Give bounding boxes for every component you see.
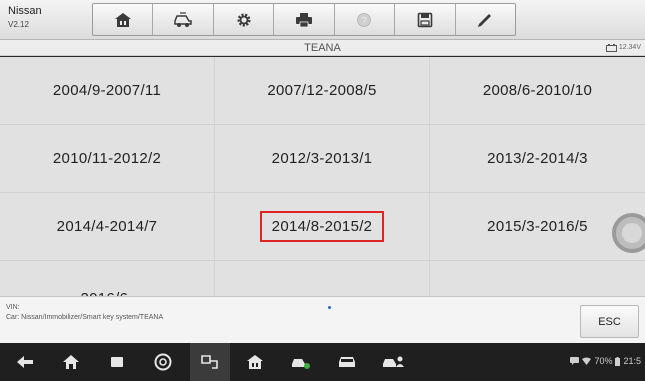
grid-item-label: 2008/6-2010/10 <box>482 82 593 99</box>
grid-item[interactable]: 2016/6- <box>0 261 214 296</box>
grid-item[interactable]: 2012/3-2013/1 <box>215 125 429 192</box>
home-button[interactable] <box>93 4 154 35</box>
remote-expert-button[interactable] <box>374 343 412 381</box>
back-button[interactable] <box>6 343 44 381</box>
top-toolbar: Nissan V2.12 ? <box>0 0 645 40</box>
recent-apps-button[interactable] <box>98 343 136 381</box>
grid-item-label: 2015/3-2016/5 <box>487 218 588 235</box>
home-nav-button[interactable] <box>52 343 90 381</box>
remote-icon <box>201 355 218 369</box>
grid-item[interactable]: 2010/11-2012/2 <box>0 125 214 192</box>
vehicle-menu-button[interactable] <box>328 343 366 381</box>
battery-icon <box>615 356 621 366</box>
back-arrow-icon <box>17 356 33 368</box>
vehicle-swap-icon <box>174 11 192 27</box>
edit-icon <box>478 13 492 27</box>
print-icon <box>295 12 312 27</box>
grid-item-empty <box>430 261 645 296</box>
car-battery-icon <box>605 44 617 52</box>
grid-item-label: 2007/12-2008/5 <box>267 82 377 99</box>
vin-label: VIN: <box>6 304 20 311</box>
battery-percent: 70% <box>594 356 613 366</box>
recent-apps-icon <box>111 357 123 367</box>
save-icon <box>417 12 433 27</box>
home-icon <box>114 12 131 27</box>
esc-button[interactable]: ESC <box>580 305 639 338</box>
status-area: 70% 21:5 <box>570 356 641 366</box>
clock: 21:5 <box>623 356 641 366</box>
car-person-icon <box>383 356 404 367</box>
svg-text:?: ? <box>362 15 367 25</box>
autel-home-button[interactable] <box>236 343 274 381</box>
chrome-button[interactable] <box>144 343 182 381</box>
vehicle-info-bar: VIN: Car: Nissan/Immobilizer/Smart key s… <box>0 296 645 343</box>
wifi-icon <box>582 357 592 365</box>
grid-item-label: 2012/3-2013/1 <box>271 150 373 167</box>
edit-button[interactable] <box>456 4 515 35</box>
system-nav-bar: 70% 21:5 <box>0 343 645 381</box>
grid-item-label: 2013/2-2014/3 <box>487 150 588 167</box>
floating-assist-button[interactable] <box>612 213 645 253</box>
vci-button[interactable] <box>282 343 320 381</box>
title-bar: TEANA 12.34V <box>0 40 645 56</box>
model-year-grid: 2004/9-2007/11 2007/12-2008/5 2008/6-201… <box>0 57 645 296</box>
grid-item[interactable]: 2007/12-2008/5 <box>215 57 429 124</box>
grid-item[interactable]: 2008/6-2010/10 <box>430 57 645 124</box>
grid-item-selected[interactable]: 2014/8-2015/2 <box>215 193 429 260</box>
grid-item-label: 2010/11-2012/2 <box>52 150 162 167</box>
car-path: Car: Nissan/Immobilizer/Smart key system… <box>6 314 164 321</box>
home-nav-icon <box>63 355 79 369</box>
grid-item-label-highlighted: 2014/8-2015/2 <box>259 211 385 242</box>
settings-icon <box>237 13 251 26</box>
grid-item-label: 2016/6- <box>71 285 144 296</box>
grid-item-label: 2014/4-2014/7 <box>56 218 158 235</box>
message-icon <box>570 357 580 365</box>
help-icon: ? <box>357 12 372 27</box>
vehicle-swap-button[interactable] <box>153 4 214 35</box>
vehicle-make: Nissan <box>8 5 42 17</box>
voltage-value: 12.34V <box>618 44 641 51</box>
battery-voltage: 12.34V <box>605 42 641 54</box>
grid-item[interactable]: 2013/2-2014/3 <box>430 125 645 192</box>
grid-item-empty <box>215 261 429 296</box>
settings-button[interactable] <box>214 4 275 35</box>
save-button[interactable] <box>395 4 456 35</box>
car-vci-icon <box>292 359 310 369</box>
brand-block: Nissan V2.12 <box>8 5 78 31</box>
help-button[interactable]: ? <box>335 4 396 35</box>
page-title: TEANA <box>304 42 341 54</box>
toolbar-buttons: ? <box>92 3 516 36</box>
page-indicator-dot <box>328 306 331 309</box>
software-version: V2.12 <box>8 20 29 29</box>
print-button[interactable] <box>274 4 335 35</box>
remote-desktop-button[interactable] <box>190 343 230 381</box>
car-icon <box>339 357 355 367</box>
grid-item[interactable]: 2004/9-2007/11 <box>0 57 214 124</box>
grid-item-label: 2004/9-2007/11 <box>52 82 162 99</box>
chrome-icon <box>154 353 172 371</box>
autel-home-icon <box>247 355 263 369</box>
grid-item[interactable]: 2014/4-2014/7 <box>0 193 214 260</box>
